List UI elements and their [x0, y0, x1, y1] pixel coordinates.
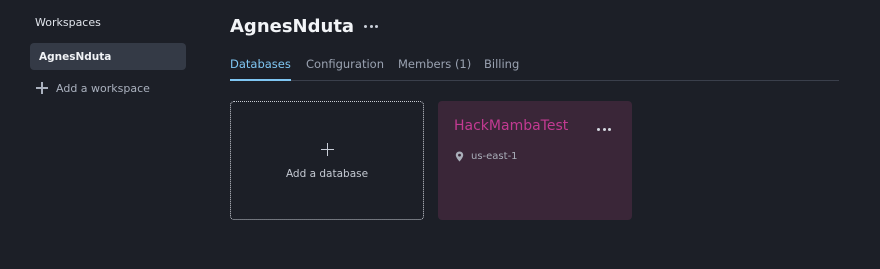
- sidebar-item-agnesnduta[interactable]: AgnesNduta: [30, 43, 186, 70]
- sidebar-item-label: AgnesNduta: [39, 50, 112, 63]
- tab-configuration[interactable]: Configuration: [306, 57, 384, 80]
- tab-members[interactable]: Members (1): [398, 57, 471, 80]
- location-pin-icon: [455, 151, 464, 162]
- database-region-label: us-east-1: [471, 151, 518, 162]
- add-database-label: Add a database: [285, 168, 369, 180]
- database-region: us-east-1: [455, 151, 518, 162]
- more-icon[interactable]: [364, 25, 379, 28]
- app-window: Workspaces AgnesNduta Add a workspace Ag…: [0, 0, 880, 269]
- page-title: AgnesNduta: [230, 16, 379, 37]
- tab-bar: Databases Configuration Members (1) Bill…: [230, 57, 839, 81]
- add-workspace-label: Add a workspace: [56, 81, 150, 95]
- sidebar-title: Workspaces: [35, 16, 101, 29]
- sidebar: Workspaces AgnesNduta Add a workspace: [0, 0, 200, 269]
- tab-databases[interactable]: Databases: [230, 57, 291, 81]
- plus-icon: [321, 143, 334, 156]
- tab-billing[interactable]: Billing: [484, 57, 519, 80]
- database-name[interactable]: HackMambaTest: [454, 118, 568, 134]
- add-database-card[interactable]: Add a database: [230, 101, 424, 220]
- add-workspace-button[interactable]: Add a workspace: [36, 80, 150, 96]
- database-card[interactable]: HackMambaTest us-east-1: [438, 101, 632, 220]
- plus-icon: [36, 82, 48, 94]
- more-icon[interactable]: [597, 128, 611, 131]
- workspace-title: AgnesNduta: [230, 16, 355, 37]
